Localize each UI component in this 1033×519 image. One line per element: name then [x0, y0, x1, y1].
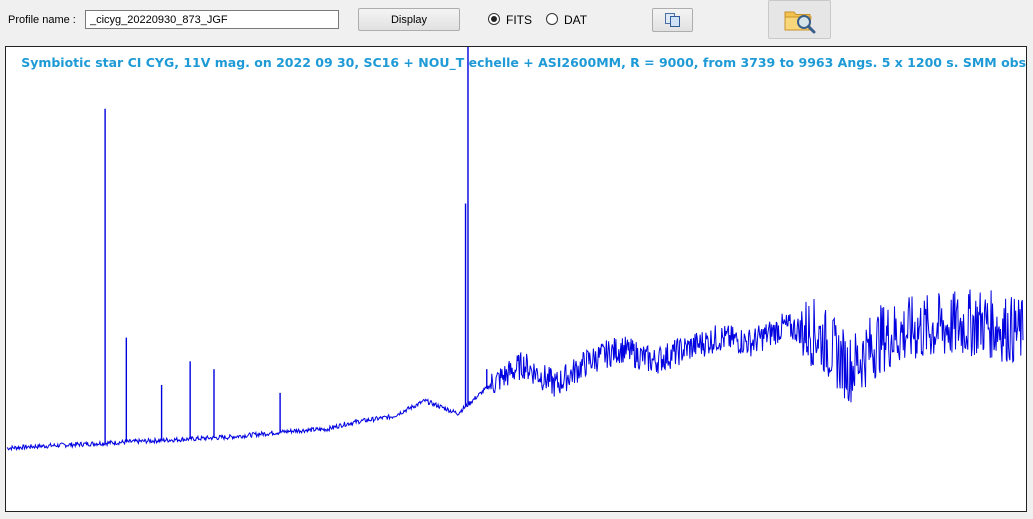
open-file-button[interactable] — [768, 0, 831, 39]
plot-title: Symbiotic star CI CYG, 11V mag. on 2022 … — [21, 55, 1027, 70]
spectrum-plot: Symbiotic star CI CYG, 11V mag. on 2022 … — [5, 46, 1027, 512]
profile-name-input[interactable] — [85, 10, 339, 29]
toolbar: Profile name : Display FITS DAT — [0, 0, 1033, 44]
dat-radio-label[interactable]: DAT — [564, 13, 587, 27]
profile-name-label: Profile name : — [8, 14, 76, 26]
fits-radio[interactable] — [488, 13, 500, 25]
open-folder-icon — [784, 11, 815, 33]
fits-radio-label[interactable]: FITS — [506, 13, 532, 27]
display-button[interactable]: Display — [358, 8, 460, 31]
copy-icon — [664, 13, 680, 27]
copy-button[interactable] — [652, 8, 693, 32]
spectrum-line — [6, 289, 1024, 452]
spectrum-canvas — [6, 47, 1024, 452]
dat-radio[interactable] — [546, 13, 558, 25]
